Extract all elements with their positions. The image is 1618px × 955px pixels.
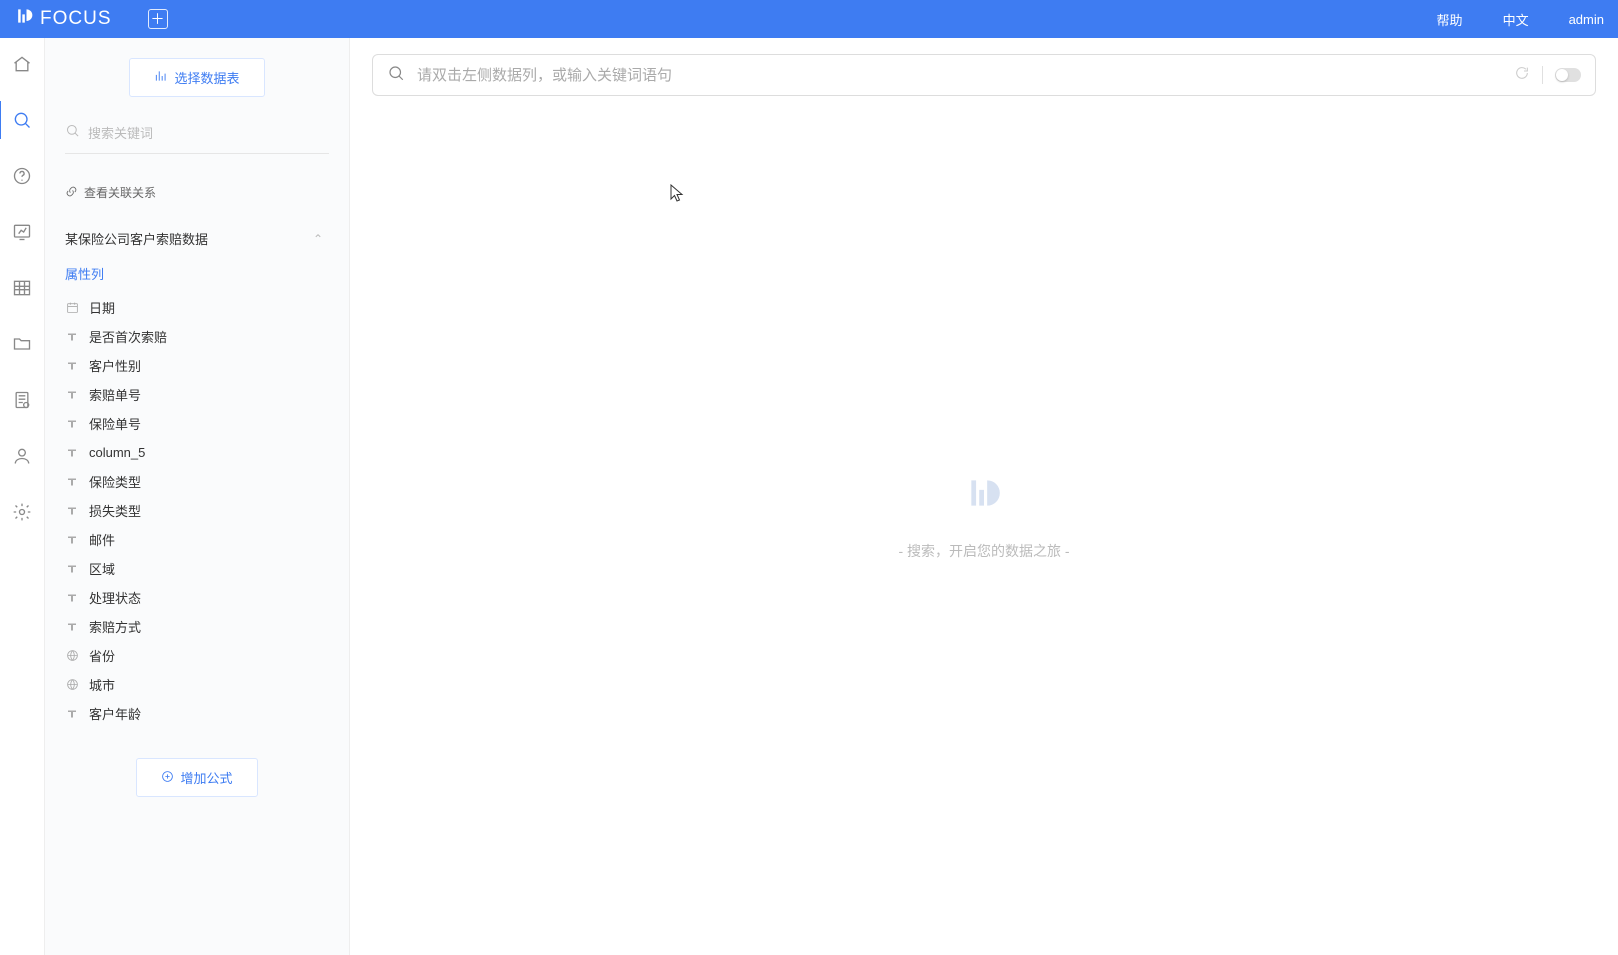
nav-home[interactable]	[11, 53, 33, 75]
column-item[interactable]: 处理状态	[65, 583, 329, 612]
nav-user[interactable]	[11, 445, 33, 467]
column-label: 城市	[89, 675, 115, 694]
chart-icon	[154, 69, 168, 86]
search-icon	[65, 123, 80, 143]
column-item[interactable]: 索赔单号	[65, 380, 329, 409]
geo-type-icon	[65, 649, 79, 663]
link-icon	[65, 185, 78, 201]
column-list: 日期是否首次索赔客户性别索赔单号保险单号 column_5 保险类型损失类型邮件区域…	[65, 293, 329, 728]
column-item[interactable]: 保险类型	[65, 467, 329, 496]
column-item[interactable]: 客户年龄	[65, 699, 329, 728]
chevron-up-icon: ⌃	[313, 232, 323, 246]
text-type-icon	[65, 446, 79, 460]
column-label: 省份	[89, 646, 115, 665]
user-menu[interactable]: admin	[1569, 12, 1604, 27]
text-type-icon	[65, 707, 79, 721]
relation-text: 查看关联关系	[84, 184, 156, 201]
date-type-icon	[65, 301, 79, 315]
main-search-input[interactable]	[417, 67, 1502, 84]
app-logo[interactable]: FOCUS	[14, 6, 112, 32]
nav-dashboard[interactable]	[11, 221, 33, 243]
empty-state-icon	[961, 474, 1007, 517]
column-label: 索赔单号	[89, 385, 141, 404]
nav-report[interactable]	[11, 389, 33, 411]
column-item[interactable]: 客户性别	[65, 351, 329, 380]
text-type-icon	[65, 533, 79, 547]
mode-toggle[interactable]	[1555, 68, 1581, 82]
select-table-label: 选择数据表	[174, 68, 239, 87]
column-item[interactable]: 保险单号	[65, 409, 329, 438]
main-searchbar	[372, 54, 1596, 96]
column-label: 处理状态	[89, 588, 141, 607]
table-expand-header[interactable]: 某保险公司客户索赔数据 ⌃	[65, 229, 329, 248]
table-name: 某保险公司客户索赔数据	[65, 229, 208, 248]
geo-type-icon	[65, 678, 79, 692]
text-type-icon	[65, 620, 79, 634]
divider	[1542, 66, 1543, 84]
add-formula-label: 增加公式	[180, 768, 232, 787]
nav-folder[interactable]	[11, 333, 33, 355]
app-name: FOCUS	[40, 8, 112, 30]
column-label: 客户年龄	[89, 704, 141, 723]
nav-search[interactable]	[11, 109, 33, 131]
column-label: 日期	[89, 298, 115, 317]
column-label: 保险类型	[89, 472, 141, 491]
column-item[interactable]: 日期	[65, 293, 329, 322]
column-label: column_5	[89, 445, 145, 460]
column-item[interactable]: 是否首次索赔	[65, 322, 329, 351]
nav-settings[interactable]	[11, 501, 33, 523]
text-type-icon	[65, 475, 79, 489]
help-link[interactable]: 帮助	[1437, 10, 1463, 29]
search-icon	[387, 64, 405, 87]
sidebar-search-input[interactable]	[88, 126, 329, 141]
column-label: 是否首次索赔	[89, 327, 167, 346]
attr-section-label: 属性列	[65, 264, 329, 283]
column-item[interactable]: column_5	[65, 438, 329, 467]
column-label: 客户性别	[89, 356, 141, 375]
column-item[interactable]: 损失类型	[65, 496, 329, 525]
column-label: 损失类型	[89, 501, 141, 520]
refresh-icon[interactable]	[1514, 65, 1530, 86]
empty-state-text: - 搜索，开启您的数据之旅 -	[898, 541, 1069, 561]
nav-help[interactable]	[11, 165, 33, 187]
cursor-pointer-icon	[670, 184, 684, 207]
text-type-icon	[65, 388, 79, 402]
text-type-icon	[65, 417, 79, 431]
new-tab-button[interactable]: ＋	[148, 9, 168, 29]
column-item[interactable]: 省份	[65, 641, 329, 670]
logo-icon	[14, 6, 34, 32]
column-label: 保险单号	[89, 414, 141, 433]
column-label: 区域	[89, 559, 115, 578]
column-label: 邮件	[89, 530, 115, 549]
column-item[interactable]: 城市	[65, 670, 329, 699]
plus-circle-icon	[161, 770, 174, 786]
text-type-icon	[65, 359, 79, 373]
column-label: 索赔方式	[89, 617, 141, 636]
nav-table[interactable]	[11, 277, 33, 299]
plus-icon: ＋	[151, 9, 165, 29]
view-relations-link[interactable]: 查看关联关系	[65, 184, 329, 201]
column-item[interactable]: 邮件	[65, 525, 329, 554]
select-table-button[interactable]: 选择数据表	[129, 58, 264, 97]
text-type-icon	[65, 330, 79, 344]
text-type-icon	[65, 591, 79, 605]
text-type-icon	[65, 562, 79, 576]
text-type-icon	[65, 504, 79, 518]
column-item[interactable]: 索赔方式	[65, 612, 329, 641]
column-item[interactable]: 区域	[65, 554, 329, 583]
language-switch[interactable]: 中文	[1503, 10, 1529, 29]
add-formula-button[interactable]: 增加公式	[136, 758, 257, 797]
